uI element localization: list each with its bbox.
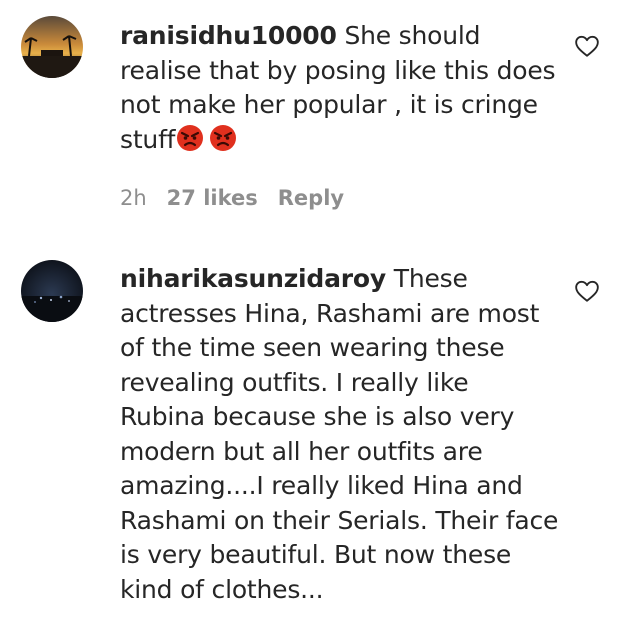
comment-meta: 2h 27 likes Reply <box>120 186 344 210</box>
comment-text: These actresses Hina, Rashami are most o… <box>120 264 559 604</box>
heart-outline-icon[interactable] <box>574 33 600 59</box>
comment-username[interactable]: niharikasunzidaroy <box>120 264 386 293</box>
comment-text-block: niharikasunzidaroy These actresses Hina,… <box>120 262 560 607</box>
reply-button[interactable]: Reply <box>278 186 344 210</box>
avatar[interactable] <box>21 16 83 78</box>
heart-outline-icon[interactable] <box>574 278 600 304</box>
comment-text-block: ranisidhu10000 She should realise that b… <box>120 19 560 161</box>
comment-username[interactable]: ranisidhu10000 <box>120 21 337 50</box>
comment-time: 2h <box>120 186 147 210</box>
angry-face-icon <box>176 124 204 162</box>
avatar[interactable] <box>21 260 83 322</box>
comment-likes-count[interactable]: 27 likes <box>167 186 258 210</box>
angry-face-icon <box>209 124 237 162</box>
